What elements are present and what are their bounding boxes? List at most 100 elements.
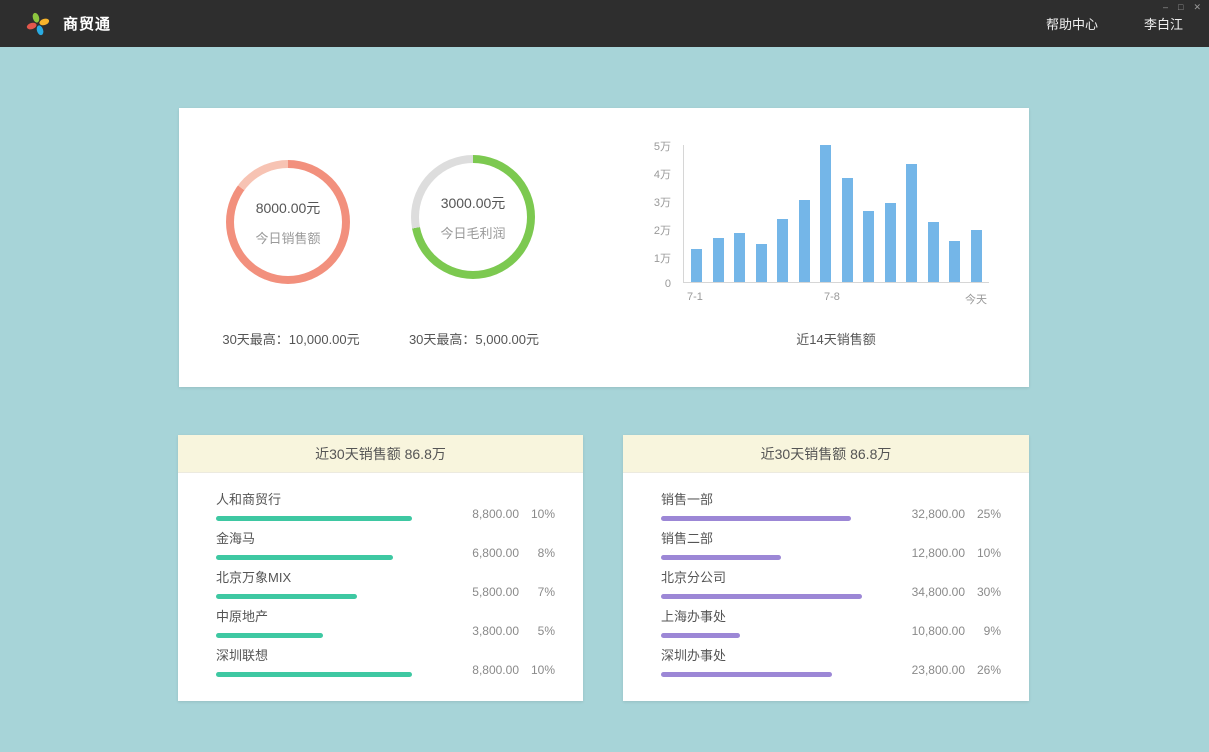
daily-sales-plot <box>683 145 989 283</box>
rank-item-percent: 7% <box>519 585 555 599</box>
y-tick: 4万 <box>619 166 671 182</box>
today-profit-value: 3000.00元 <box>441 193 506 213</box>
rank-item-values: 3,800.00 5% <box>455 624 555 638</box>
rank-item-values: 12,800.00 10% <box>901 546 1001 560</box>
rank-item-percent: 10% <box>519 663 555 677</box>
department-ranking-card: 近30天销售额 86.8万 销售一部 32,800.00 25% 销售二部 12… <box>623 435 1029 701</box>
daily-sales-bar <box>928 222 939 282</box>
rank-item-name: 中原地产 <box>216 606 429 625</box>
list-item: 人和商贸行 8,800.00 10% <box>216 482 555 521</box>
app-title: 商贸通 <box>63 13 111 34</box>
rank-item-main: 上海办事处 <box>661 606 901 638</box>
rank-item-values: 34,800.00 30% <box>901 585 1001 599</box>
daily-sales-bar <box>691 249 702 282</box>
window-controls: – □ ✕ <box>1163 3 1201 12</box>
rank-item-values: 23,800.00 26% <box>901 663 1001 677</box>
daily-sales-bar <box>756 244 767 282</box>
today-sales-label: 今日销售额 <box>255 228 320 247</box>
daily-sales-bar <box>885 203 896 282</box>
rank-item-name: 人和商贸行 <box>216 489 429 508</box>
y-tick: 3万 <box>619 194 671 210</box>
x-tick: 7-8 <box>824 291 840 303</box>
rank-item-amount: 12,800.00 <box>901 546 965 560</box>
rank-item-amount: 32,800.00 <box>901 507 965 521</box>
rank-item-name: 销售一部 <box>661 489 875 508</box>
profit-30day-max-note: 30天最高：5,000.00元 <box>374 329 574 348</box>
list-item: 销售二部 12,800.00 10% <box>661 521 1001 560</box>
today-sales-value: 8000.00元 <box>256 198 321 218</box>
list-item: 中原地产 3,800.00 5% <box>216 599 555 638</box>
rank-item-bar <box>216 633 323 638</box>
rank-item-name: 上海办事处 <box>661 606 875 625</box>
daily-sales-bar <box>863 211 874 282</box>
rank-item-values: 32,800.00 25% <box>901 507 1001 521</box>
rank-item-amount: 8,800.00 <box>455 663 519 677</box>
daily-sales-bar <box>713 238 724 282</box>
rank-item-name: 北京分公司 <box>661 567 875 586</box>
rank-item-name: 深圳联想 <box>216 645 429 664</box>
daily-sales-y-axis: 5万 4万 3万 2万 1万 0 <box>619 138 671 290</box>
y-tick: 0 <box>619 278 671 290</box>
rank-item-bar <box>216 594 357 599</box>
rank-item-values: 5,800.00 7% <box>455 585 555 599</box>
rank-item-values: 8,800.00 10% <box>455 507 555 521</box>
user-name-link[interactable]: 李白江 <box>1144 14 1183 33</box>
rank-item-main: 销售一部 <box>661 489 901 521</box>
help-center-link[interactable]: 帮助中心 <box>1046 14 1098 33</box>
daily-sales-bar <box>799 200 810 282</box>
daily-sales-bar <box>906 164 917 282</box>
daily-sales-bar <box>971 230 982 282</box>
rank-item-percent: 5% <box>519 624 555 638</box>
rank-item-bar <box>661 516 851 521</box>
close-icon[interactable]: ✕ <box>1193 3 1201 12</box>
department-ranking-list: 销售一部 32,800.00 25% 销售二部 12,800.00 10% 北京… <box>623 473 1029 677</box>
y-tick: 2万 <box>619 222 671 238</box>
y-tick: 1万 <box>619 250 671 266</box>
rank-item-main: 深圳联想 <box>216 645 455 677</box>
minimize-icon[interactable]: – <box>1163 3 1168 12</box>
rank-item-main: 北京万象MIX <box>216 567 455 599</box>
today-profit-donut-center: 3000.00元 今日毛利润 <box>419 163 527 271</box>
rank-item-bar <box>216 516 412 521</box>
list-item: 上海办事处 10,800.00 9% <box>661 599 1001 638</box>
rank-item-values: 6,800.00 8% <box>455 546 555 560</box>
rank-item-percent: 10% <box>965 546 1001 560</box>
rank-item-bar <box>661 633 740 638</box>
rank-item-main: 金海马 <box>216 528 455 560</box>
rank-item-bar <box>661 555 781 560</box>
maximize-icon[interactable]: □ <box>1178 3 1183 12</box>
rank-item-percent: 9% <box>965 624 1001 638</box>
y-tick: 5万 <box>619 138 671 154</box>
daily-sales-bar <box>777 219 788 282</box>
rank-item-main: 中原地产 <box>216 606 455 638</box>
list-item: 金海马 6,800.00 8% <box>216 521 555 560</box>
rank-item-name: 金海马 <box>216 528 429 547</box>
rank-item-bar <box>661 672 832 677</box>
today-sales-donut-center: 8000.00元 今日销售额 <box>234 168 342 276</box>
sales-30day-max-note: 30天最高：10,000.00元 <box>191 329 391 348</box>
rank-item-bar <box>216 555 393 560</box>
rank-item-percent: 10% <box>519 507 555 521</box>
rank-item-main: 销售二部 <box>661 528 901 560</box>
rank-item-amount: 10,800.00 <box>901 624 965 638</box>
rank-item-amount: 23,800.00 <box>901 663 965 677</box>
rank-item-values: 8,800.00 10% <box>455 663 555 677</box>
list-item: 深圳办事处 23,800.00 26% <box>661 638 1001 677</box>
app-logo-pinwheel-icon <box>26 12 50 36</box>
rank-item-name: 北京万象MIX <box>216 567 429 586</box>
rank-item-amount: 5,800.00 <box>455 585 519 599</box>
summary-card: 8000.00元 今日销售额 3000.00元 今日毛利润 30天最高：10,0… <box>179 108 1029 387</box>
rank-item-bar <box>216 672 412 677</box>
rank-item-amount: 3,800.00 <box>455 624 519 638</box>
rank-item-amount: 6,800.00 <box>455 546 519 560</box>
list-item: 北京万象MIX 5,800.00 7% <box>216 560 555 599</box>
list-item: 北京分公司 34,800.00 30% <box>661 560 1001 599</box>
rank-item-percent: 25% <box>965 507 1001 521</box>
department-ranking-header: 近30天销售额 86.8万 <box>623 435 1029 473</box>
daily-sales-bar <box>820 145 831 282</box>
rank-item-percent: 8% <box>519 546 555 560</box>
rank-item-amount: 8,800.00 <box>455 507 519 521</box>
rank-item-main: 深圳办事处 <box>661 645 901 677</box>
customer-ranking-card: 近30天销售额 86.8万 人和商贸行 8,800.00 10% 金海马 6,8… <box>178 435 583 701</box>
today-profit-donut-chart: 3000.00元 今日毛利润 <box>411 155 535 279</box>
